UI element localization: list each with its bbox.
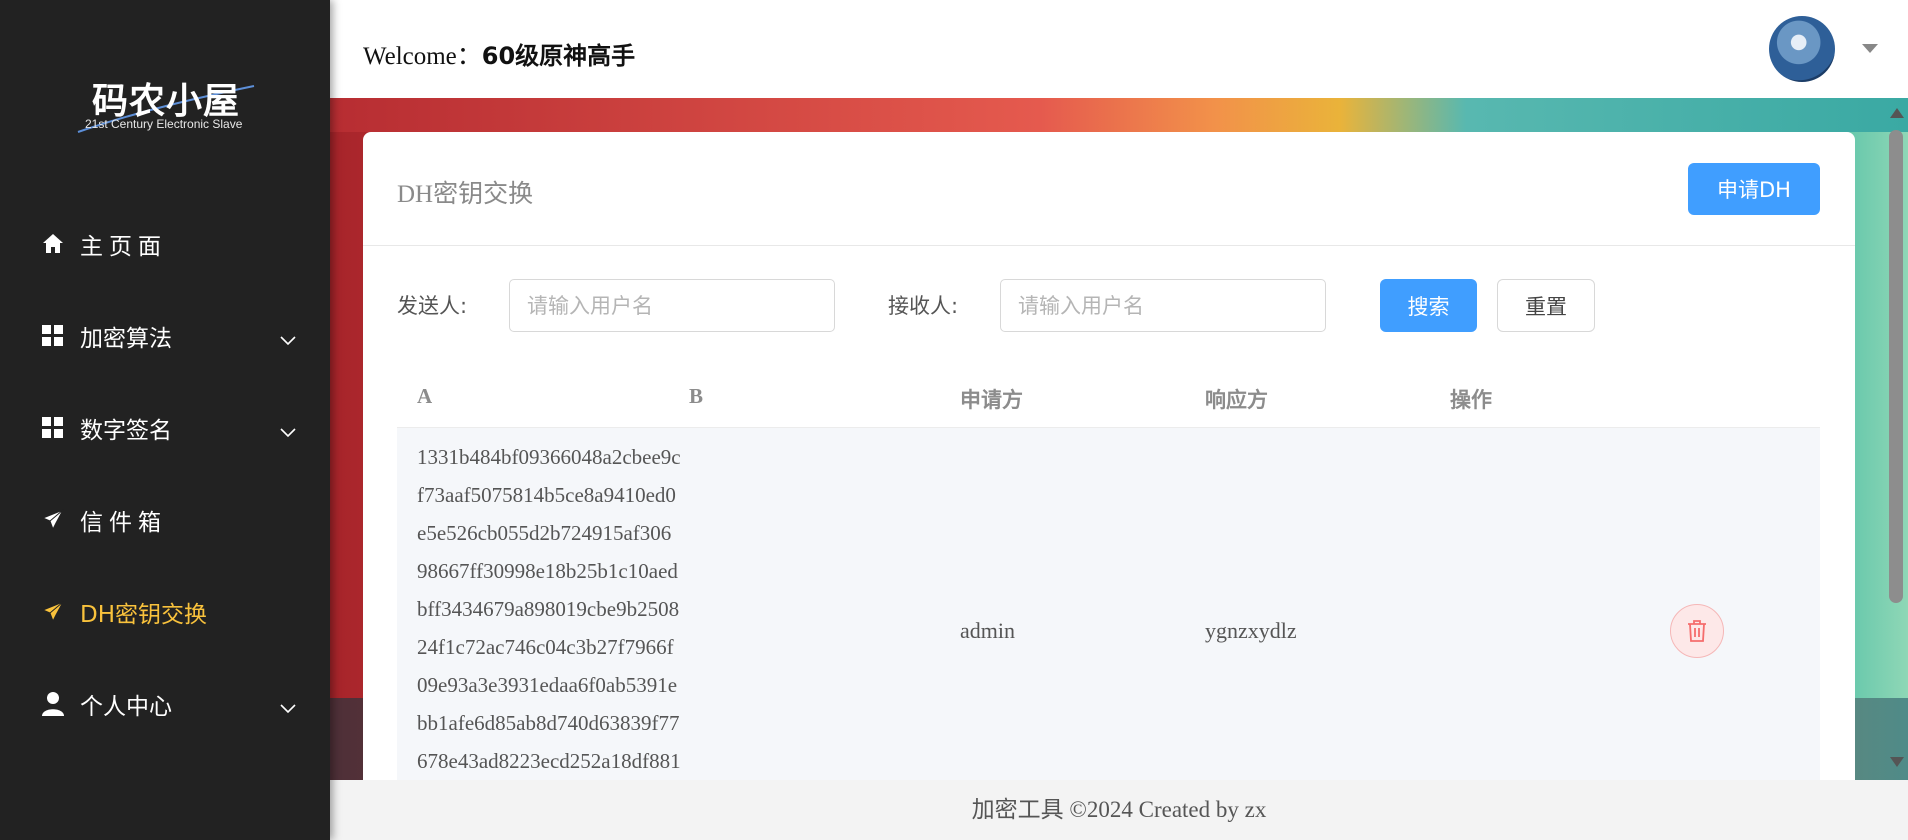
footer: 加密工具 ©2024 Created by zx — [330, 780, 1908, 840]
top-header: Welcome：60级原神高手 — [330, 0, 1908, 98]
search-button[interactable]: 搜索 — [1380, 279, 1477, 332]
page-title: DH密钥交换 — [397, 181, 534, 208]
sender-input[interactable] — [509, 279, 835, 332]
sidebar: 码农小屋 21st Century Electronic Slave 主页面 加… — [0, 0, 330, 840]
user-icon — [40, 691, 66, 717]
scroll-down-arrow-icon[interactable] — [1890, 757, 1904, 767]
welcome-text: Welcome：60级原神高手 — [363, 36, 635, 72]
sidebar-item-profile[interactable]: 个人中心 — [0, 658, 330, 750]
table-header: A B 申请方 响应方 操作 — [397, 360, 1820, 428]
column-header-responder: 响应方 — [1205, 388, 1268, 412]
table-row: 1331b484bf09366048a2cbee9c f73aaf5075814… — [397, 428, 1820, 780]
sidebar-item-dh-exchange[interactable]: DH密钥交换 — [0, 566, 330, 658]
column-header-requester: 申请方 — [960, 388, 1023, 412]
sidebar-item-label: 个人中心 — [80, 694, 172, 720]
cell-a-line: 678e43ad8223ecd252a18df881 — [417, 749, 681, 773]
cell-a-line: 24f1c72ac746c04c3b27f7966f — [417, 635, 674, 659]
logo[interactable]: 码农小屋 21st Century Electronic Slave — [76, 68, 256, 138]
cell-a-line: 1331b484bf09366048a2cbee9c — [417, 445, 681, 469]
cell-a-line: 98667ff30998e18b25b1c10aed — [417, 559, 678, 583]
sidebar-item-encryption[interactable]: 加密算法 — [0, 290, 330, 382]
home-icon — [40, 231, 66, 257]
column-header-actions: 操作 — [1450, 388, 1492, 412]
username: 60级原神高手 — [481, 42, 636, 70]
scrollbar-thumb[interactable] — [1889, 130, 1903, 603]
sidebar-item-home[interactable]: 主页面 — [0, 198, 330, 290]
chevron-down-icon — [280, 694, 296, 720]
cell-responder: ygnzxydlz — [1205, 618, 1297, 643]
avatar[interactable] — [1769, 16, 1835, 82]
column-header-a: A — [417, 384, 433, 408]
scroll-up-arrow-icon[interactable] — [1890, 108, 1904, 118]
sidebar-item-label: 数字签名 — [80, 418, 172, 444]
column-header-b: B — [689, 384, 704, 408]
grid-icon — [40, 415, 66, 441]
cell-a-line: 09e93a3e3931edaa6f0ab5391e — [417, 673, 678, 697]
welcome-prefix: Welcome： — [363, 43, 482, 70]
reset-button[interactable]: 重置 — [1497, 279, 1595, 332]
apply-dh-button[interactable]: 申请DH — [1688, 163, 1820, 215]
cell-a-line: bff3434679a898019cbe9b2508 — [417, 597, 680, 621]
cell-requester: admin — [960, 618, 1015, 643]
card-header: DH密钥交换 申请DH — [363, 132, 1855, 246]
receiver-label: 接收人: — [888, 294, 959, 318]
sender-label: 发送人: — [397, 294, 468, 318]
dh-card: DH密钥交换 申请DH 发送人: 接收人: 搜索 重置 A B 申请方 响应方 … — [363, 132, 1855, 780]
background-band — [330, 98, 1908, 132]
sidebar-item-mailbox[interactable]: 信件箱 — [0, 474, 330, 566]
cell-a-line: e5e526cb055d2b724915af306 — [417, 521, 672, 545]
grid-icon — [40, 323, 66, 349]
cell-a-line: f73aaf5075814b5ce8a9410ed0 — [417, 483, 676, 507]
sidebar-nav: 主页面 加密算法 数字签名 信件箱 DH密钥交换 个人中心 — [0, 198, 330, 750]
sidebar-item-label: 加密算法 — [80, 326, 172, 352]
caret-down-icon[interactable] — [1862, 44, 1878, 53]
sidebar-item-label: 主页面 — [80, 234, 167, 260]
paper-plane-icon — [40, 599, 66, 625]
sidebar-item-signature[interactable]: 数字签名 — [0, 382, 330, 474]
chevron-down-icon — [280, 418, 296, 444]
sidebar-item-label: DH密钥交换 — [80, 602, 208, 628]
chevron-down-icon — [280, 326, 296, 352]
sidebar-item-label: 信件箱 — [80, 510, 167, 536]
cell-a: 1331b484bf09366048a2cbee9c f73aaf5075814… — [417, 438, 707, 780]
trash-icon — [1688, 620, 1706, 642]
delete-button[interactable] — [1670, 604, 1724, 658]
receiver-input[interactable] — [1000, 279, 1326, 332]
logo-subtitle: 21st Century Electronic Slave — [85, 117, 243, 131]
paper-plane-icon — [40, 507, 66, 533]
cell-a-line: bb1afe6d85ab8d740d63839f77 — [417, 711, 680, 735]
